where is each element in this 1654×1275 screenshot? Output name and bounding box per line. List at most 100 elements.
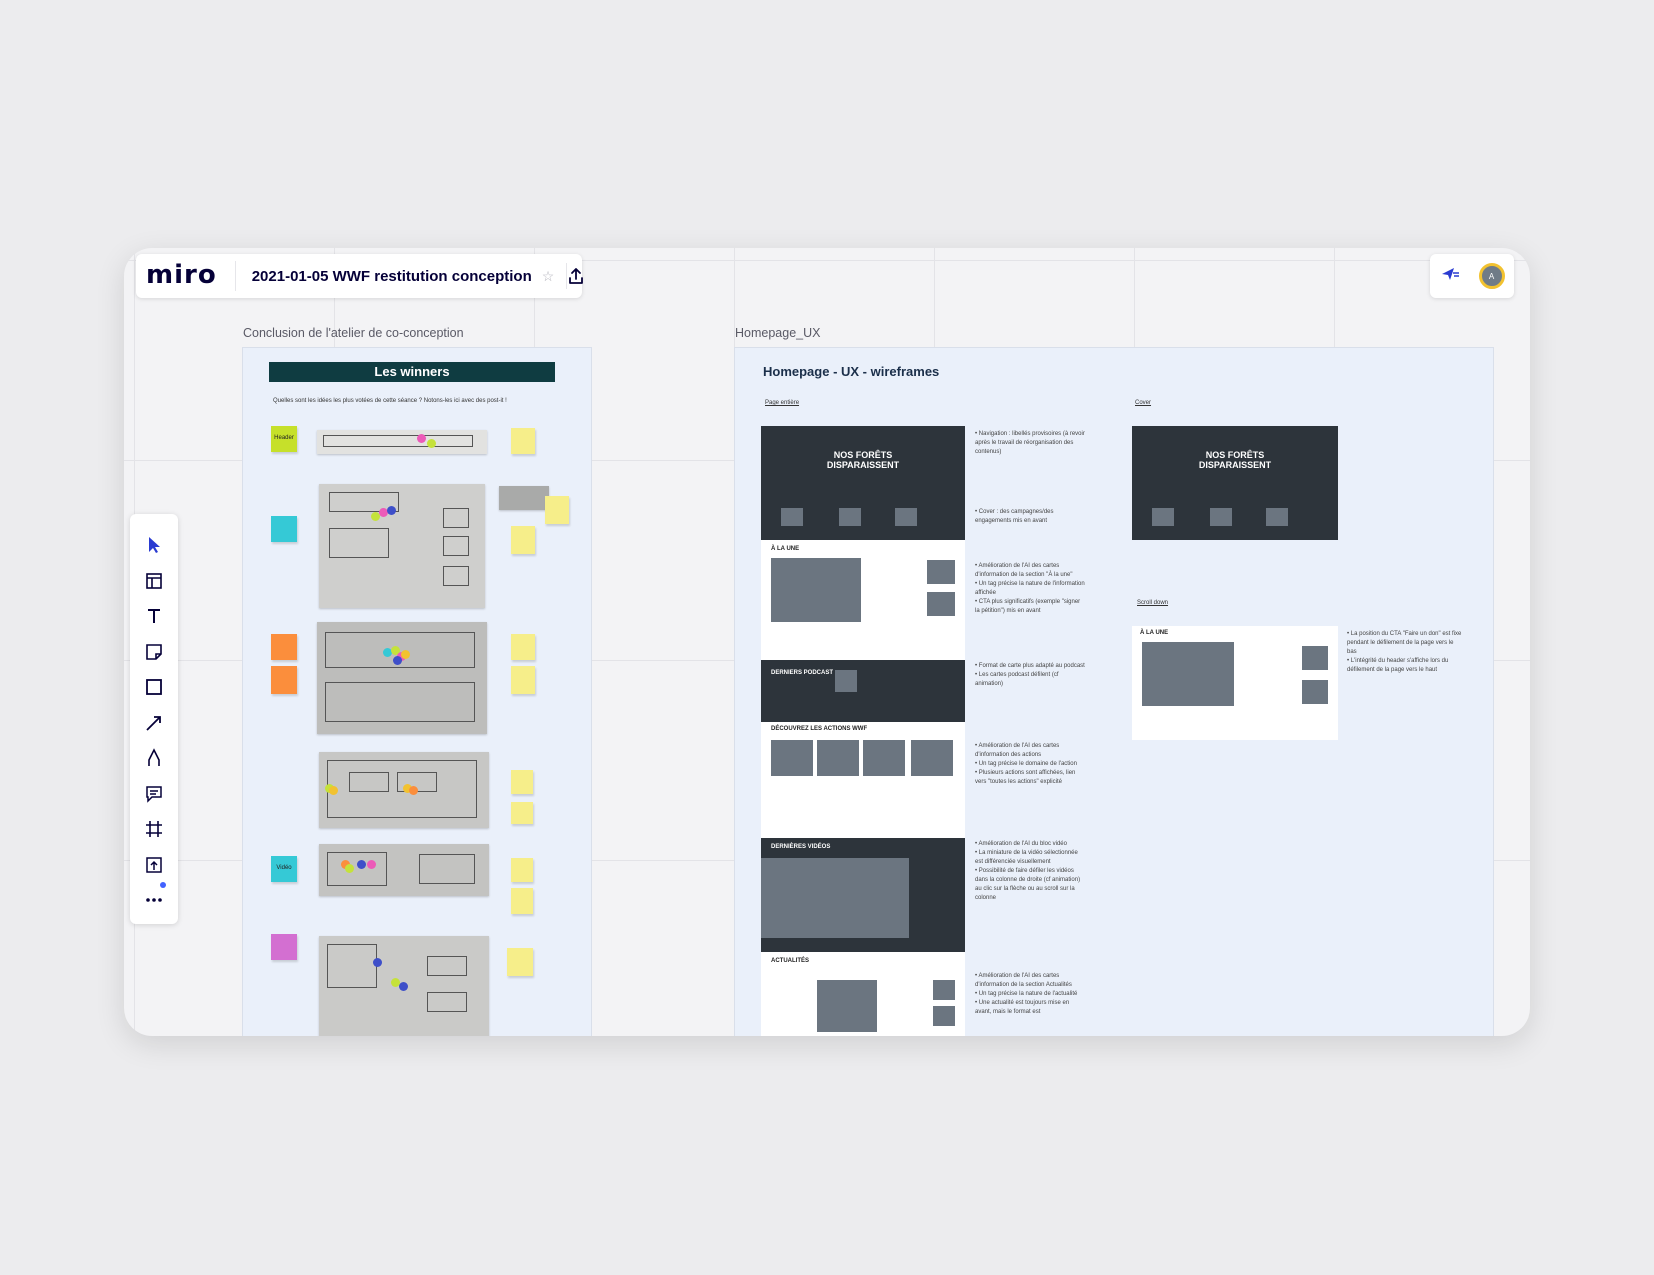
note: Un tag précise le domaine de l'action: [975, 760, 1085, 769]
sticky-note[interactable]: [511, 858, 533, 882]
wireframe-scroll-down[interactable]: À LA UNE: [1132, 626, 1338, 740]
image-placeholder: [1302, 680, 1328, 704]
sketch-photo-2[interactable]: [319, 484, 485, 608]
sticky-note-icon[interactable]: [139, 637, 169, 667]
vote-dot: [393, 656, 402, 665]
vote-dot: [329, 786, 338, 795]
image-placeholder: [781, 508, 803, 526]
image-placeholder: [817, 740, 859, 776]
ux-title[interactable]: Homepage - UX - wireframes: [763, 364, 939, 379]
sticky-note[interactable]: [511, 634, 535, 660]
notes-cover: Cover : des campagnes/des engagements mi…: [975, 508, 1085, 526]
sticky-note[interactable]: [511, 428, 535, 454]
note: La miniature de la vidéo sélectionnée es…: [975, 849, 1085, 867]
miro-logo[interactable]: miro: [136, 261, 236, 291]
select-icon[interactable]: [139, 530, 169, 560]
frame-label-conclusion[interactable]: Conclusion de l'atelier de co-conception: [243, 326, 464, 340]
note: La position du CTA "Faire un don" est fi…: [1347, 630, 1463, 657]
notes-actus: Amélioration de l'AI des cartes d'inform…: [975, 972, 1085, 1017]
sketch-photo-header[interactable]: [317, 430, 487, 454]
templates-icon[interactable]: [139, 566, 169, 596]
wireframe-cover[interactable]: NOS FORÊTS DISPARAISSENT: [1132, 426, 1338, 540]
frame-homepage-ux[interactable]: Homepage - UX - wireframes Page entière …: [735, 348, 1493, 1036]
note: Navigation : libellés provisoires (à rev…: [975, 430, 1085, 457]
wireframe-podcast: DERNIERS PODCAST: [761, 660, 965, 722]
image-placeholder: [1210, 508, 1232, 526]
notes-podcast: Format de carte plus adapté au podcast L…: [975, 662, 1085, 689]
more-icon[interactable]: [139, 885, 169, 915]
sticky-note[interactable]: [271, 516, 297, 542]
note: Une actualité est toujours mise en avant…: [975, 999, 1085, 1017]
reactions-cursor-icon[interactable]: [1440, 265, 1460, 288]
sticky-note[interactable]: [511, 770, 533, 794]
scroll-section-a-la-une: À LA UNE: [1140, 630, 1169, 636]
shape-icon[interactable]: [139, 672, 169, 702]
note: CTA plus significatifs (exemple "signer …: [975, 598, 1085, 616]
text-icon[interactable]: [139, 601, 169, 631]
wireframe-full-page[interactable]: NOS FORÊTS DISPARAISSENT À LA UNE DERNIER…: [761, 426, 965, 1036]
sticky-note[interactable]: [511, 666, 535, 694]
note: Un tag précise la nature de l'informatio…: [975, 580, 1085, 598]
link-page-entiere[interactable]: Page entière: [765, 400, 799, 406]
notification-dot: [160, 882, 166, 888]
sticky-header[interactable]: Header: [271, 426, 297, 452]
image-placeholder: [1152, 508, 1174, 526]
board-header: miro 2021-01-05 WWF restitution concepti…: [136, 254, 585, 298]
image-placeholder: [895, 508, 917, 526]
image-placeholder: [771, 740, 813, 776]
vote-dot: [399, 982, 408, 991]
winners-question[interactable]: Quelles sont les idées les plus votées d…: [273, 398, 507, 404]
sticky-note[interactable]: [271, 634, 297, 660]
vote-dot: [367, 860, 376, 869]
sticky-note[interactable]: [507, 948, 533, 976]
note: Cover : des campagnes/des engagements mi…: [975, 508, 1085, 526]
collaboration-bar: A: [1430, 254, 1514, 298]
sticky-note[interactable]: [511, 526, 535, 554]
image-placeholder: [1142, 642, 1234, 706]
sticky-video[interactable]: Vidéo: [271, 856, 297, 882]
section-actus: ACTUALITÉS: [771, 958, 809, 964]
notes-navigation: Navigation : libellés provisoires (à rev…: [975, 430, 1085, 457]
upload-icon[interactable]: [139, 850, 169, 880]
link-scroll-down[interactable]: Scroll down: [1137, 600, 1168, 606]
image-placeholder: [817, 980, 877, 1032]
note: Amélioration de l'AI des cartes d'inform…: [975, 972, 1085, 990]
comment-icon[interactable]: [139, 779, 169, 809]
pen-icon[interactable]: [139, 743, 169, 773]
sketch-photo-small[interactable]: [499, 486, 549, 510]
frame-icon[interactable]: [139, 814, 169, 844]
video-placeholder: [761, 858, 909, 938]
sticky-note[interactable]: [511, 888, 533, 914]
sticky-note[interactable]: [545, 496, 569, 524]
wireframe-hero: NOS FORÊTS DISPARAISSENT: [761, 426, 965, 540]
sticky-note[interactable]: [511, 802, 533, 824]
board-title[interactable]: 2021-01-05 WWF restitution conception: [236, 268, 542, 285]
user-avatar[interactable]: A: [1478, 263, 1505, 289]
cover-hero-title-line-2: DISPARAISSENT: [1198, 460, 1272, 470]
link-cover[interactable]: Cover: [1135, 400, 1151, 406]
sketch-photo-4[interactable]: [319, 752, 489, 828]
section-videos: DERNIÈRES VIDÉOS: [771, 844, 831, 850]
image-placeholder: [933, 1006, 955, 1026]
connection-line-icon[interactable]: [139, 708, 169, 738]
note: Amélioration de l'AI des cartes d'inform…: [975, 742, 1085, 760]
sticky-note[interactable]: [271, 666, 297, 694]
notes-scroll-down: La position du CTA "Faire un don" est fi…: [1347, 630, 1463, 675]
share-upload-icon[interactable]: [567, 261, 585, 291]
winners-banner[interactable]: Les winners: [269, 362, 555, 382]
notes-a-la-une: Amélioration de l'AI des cartes d'inform…: [975, 562, 1085, 616]
sticky-note[interactable]: [271, 934, 297, 960]
image-placeholder: [933, 980, 955, 1000]
frame-label-homepage-ux[interactable]: Homepage_UX: [735, 326, 820, 340]
hero-title-line-1: NOS FORÊTS: [833, 450, 893, 460]
star-icon[interactable]: ☆: [542, 263, 568, 289]
sketch-photo-5[interactable]: [319, 844, 489, 896]
frame-conclusion[interactable]: Les winners Quelles sont les idées les p…: [243, 348, 591, 1036]
note: L'intégrité du header s'affiche lors du …: [1347, 657, 1463, 675]
sketch-photo-3[interactable]: [317, 622, 487, 734]
sketch-photo-6[interactable]: [319, 936, 489, 1036]
note: Amélioration de l'AI du bloc vidéo: [975, 840, 1085, 849]
vote-dot: [345, 864, 354, 873]
creation-toolbar: [130, 514, 178, 924]
note: Plusieurs actions sont affichées, lien v…: [975, 769, 1085, 787]
